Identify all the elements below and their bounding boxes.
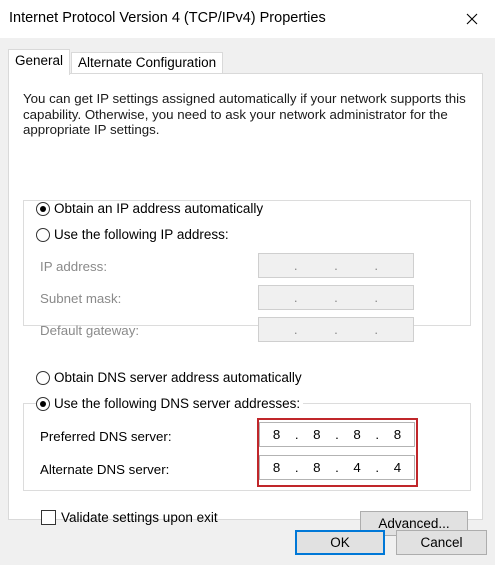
ip-dot: .: [374, 290, 379, 305]
radio-label: Obtain an IP address automatically: [54, 201, 264, 216]
default-gateway-label: Default gateway:: [40, 323, 140, 338]
ip-dot: .: [334, 258, 338, 273]
validate-settings-checkbox[interactable]: Validate settings upon exit: [41, 510, 218, 525]
ip-dot: .: [335, 427, 339, 442]
radio-label: Use the following DNS server addresses:: [54, 396, 301, 411]
window-title: Internet Protocol Version 4 (TCP/IPv4) P…: [9, 10, 326, 26]
cancel-button[interactable]: Cancel: [396, 530, 487, 555]
ip-octet: 8: [393, 427, 402, 442]
radio-use-following-ip[interactable]: Use the following IP address:: [36, 227, 232, 242]
general-tab-panel: You can get IP settings assigned automat…: [8, 73, 483, 536]
subnet-mask-label: Subnet mask:: [40, 291, 122, 306]
radio-obtain-dns-auto[interactable]: Obtain DNS server address automatically: [36, 370, 305, 385]
ip-dot: .: [294, 460, 299, 475]
intro-text: You can get IP settings assigned automat…: [23, 91, 466, 137]
radio-obtain-ip-auto[interactable]: Obtain an IP address automatically: [36, 201, 267, 216]
ip-address-label: IP address:: [40, 259, 108, 274]
ip-dot: .: [335, 460, 339, 475]
dialog-client-area: General Alternate Configuration You can …: [0, 38, 495, 565]
ip-dot: .: [374, 258, 379, 273]
tab-alternate-configuration[interactable]: Alternate Configuration: [71, 52, 224, 74]
radio-indicator-checked: [36, 201, 50, 216]
ip-octet: 8: [272, 460, 281, 475]
preferred-dns-input[interactable]: 8. 8. 8. 8: [259, 422, 415, 447]
preferred-dns-label: Preferred DNS server:: [40, 429, 172, 444]
tab-general[interactable]: General: [8, 49, 71, 75]
radio-indicator: [36, 227, 50, 242]
ok-button[interactable]: OK: [295, 530, 385, 555]
subnet-mask-input[interactable]: . . .: [258, 285, 414, 310]
ip-address-input[interactable]: . . .: [258, 253, 414, 278]
radio-label: Use the following IP address:: [54, 227, 229, 242]
radio-label: Obtain DNS server address automatically: [54, 370, 302, 385]
radio-use-following-dns[interactable]: Use the following DNS server addresses:: [36, 396, 304, 411]
checkbox-label: Validate settings upon exit: [61, 510, 218, 525]
ip-dot: .: [293, 290, 298, 305]
alternate-dns-input[interactable]: 8. 8. 4. 4: [259, 455, 415, 480]
ip-octet: 8: [353, 427, 361, 442]
ip-dot: .: [375, 427, 380, 442]
ip-octet: 8: [272, 427, 281, 442]
title-bar: Internet Protocol Version 4 (TCP/IPv4) P…: [0, 0, 495, 38]
ip-dot: .: [334, 322, 338, 337]
ip-dot: .: [374, 322, 379, 337]
ip-octet: 8: [313, 460, 321, 475]
radio-indicator: [36, 370, 50, 385]
ip-dot: .: [294, 427, 299, 442]
ip-dot: .: [293, 258, 298, 273]
alternate-dns-label: Alternate DNS server:: [40, 462, 170, 477]
ip-octet: 4: [393, 460, 402, 475]
checkbox-indicator: [41, 510, 56, 525]
radio-indicator-checked: [36, 396, 50, 411]
close-icon: [466, 13, 478, 25]
close-button[interactable]: [449, 0, 495, 38]
ip-dot: .: [293, 322, 298, 337]
ip-octet: 8: [313, 427, 321, 442]
ip-dot: .: [334, 290, 338, 305]
ip-dot: .: [375, 460, 380, 475]
ip-octet: 4: [353, 460, 361, 475]
default-gateway-input[interactable]: . . .: [258, 317, 414, 342]
